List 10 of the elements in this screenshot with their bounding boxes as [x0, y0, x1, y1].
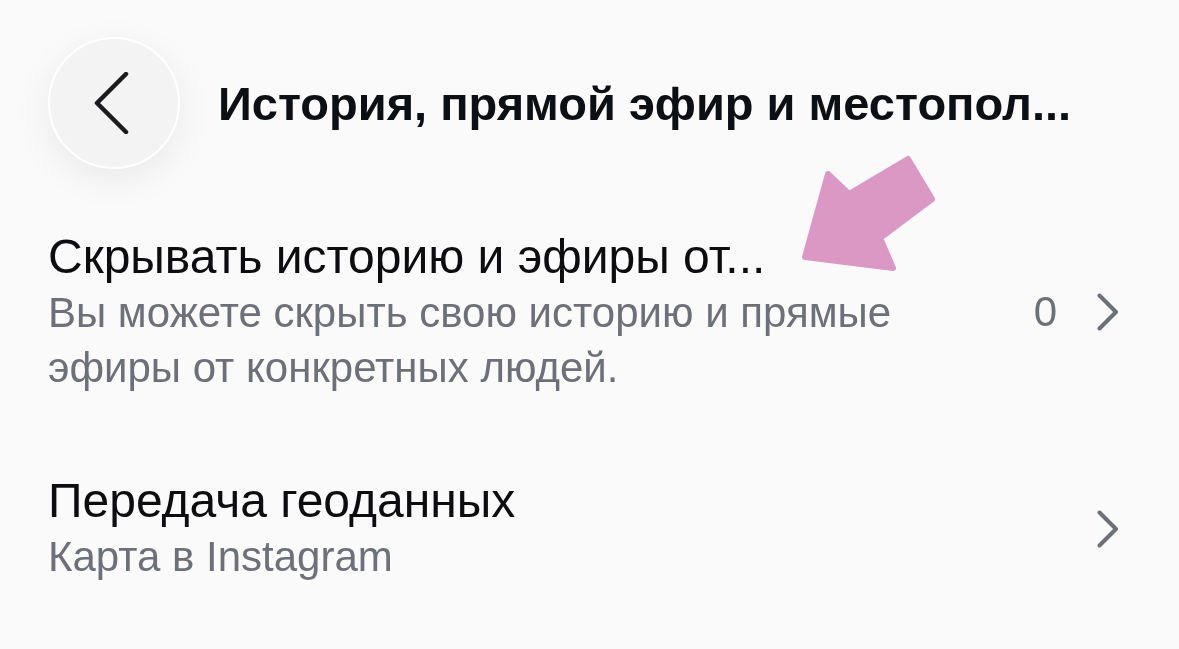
- setting-description: Карта в Instagram: [48, 532, 394, 582]
- chevron-left-icon: [94, 72, 130, 134]
- chevron-right-icon[interactable]: [1097, 293, 1119, 331]
- setting-title: Передача геоданных: [48, 473, 516, 529]
- setting-description: Вы можете скрыть свою историю и прямые эфиры от конкретных людей.: [48, 288, 893, 393]
- count-label: 0: [1033, 288, 1057, 336]
- arrow-icon: [800, 154, 938, 272]
- chevron-right-icon[interactable]: [1097, 509, 1119, 548]
- screen-title: История, прямой эфир и местопол...: [218, 76, 1072, 132]
- setting-title: Скрывать историю и эфиры от...: [48, 229, 766, 285]
